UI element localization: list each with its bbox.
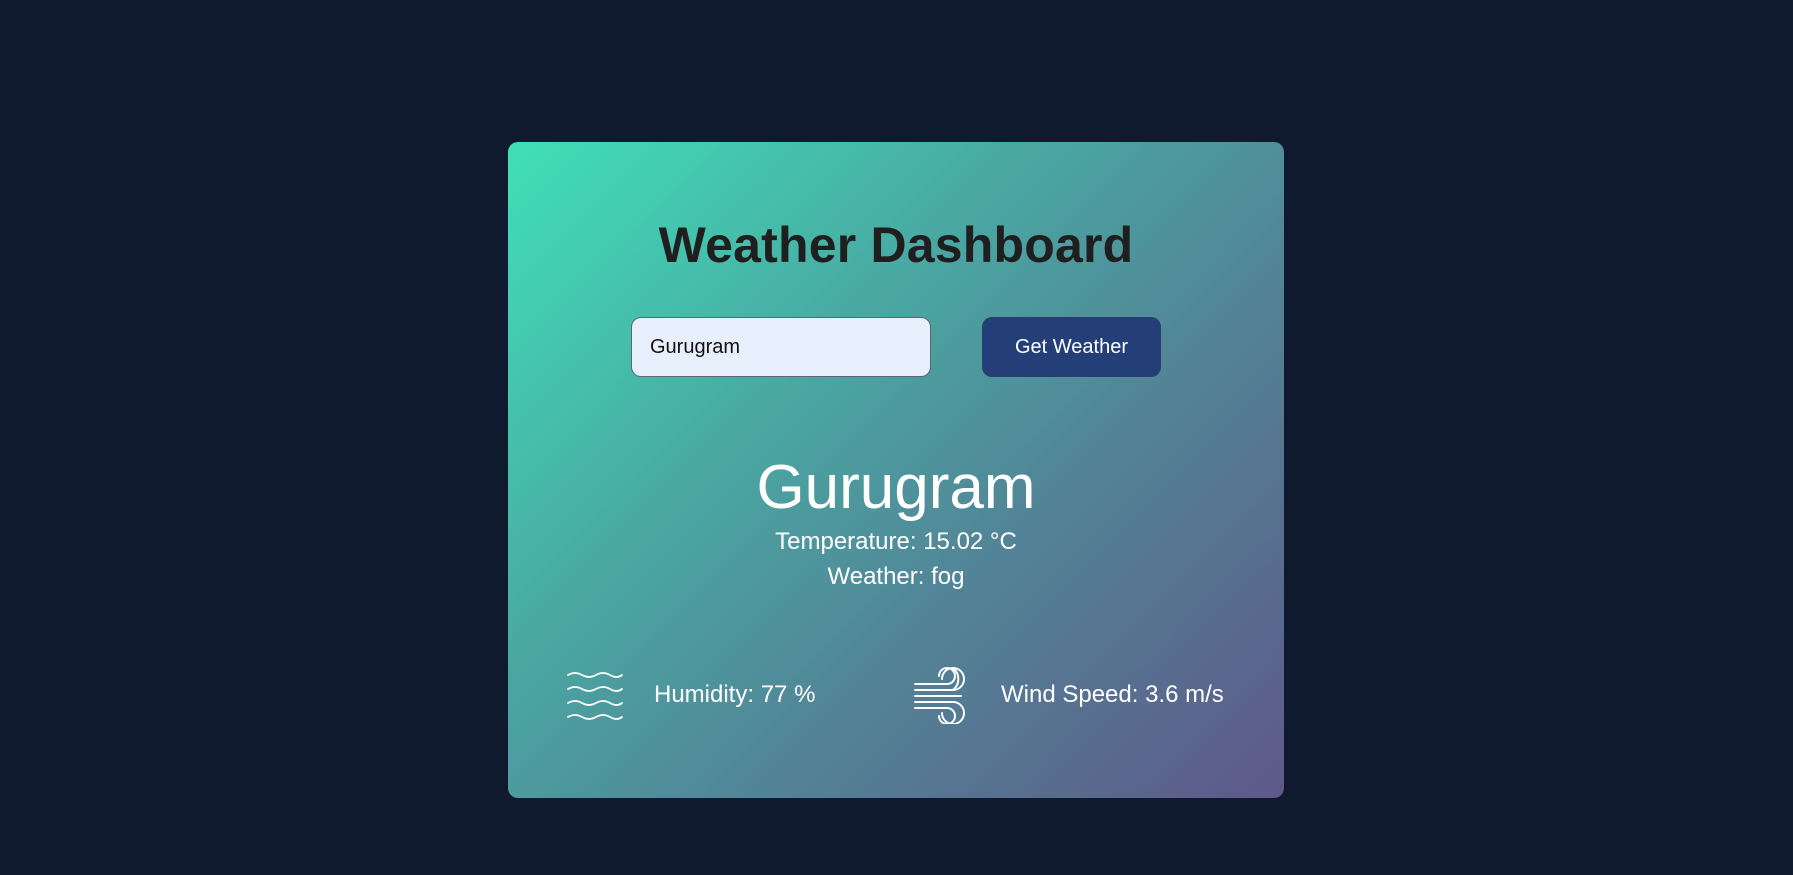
page-title: Weather Dashboard [658, 217, 1134, 273]
weather-card: Weather Dashboard Get Weather Gurugram T… [508, 142, 1284, 798]
condition-line: Weather: fog [508, 563, 1284, 591]
temperature-label: Temperature: [775, 528, 917, 555]
get-weather-button[interactable]: Get Weather [982, 317, 1161, 377]
humidity-label: Humidity: [654, 681, 755, 708]
wind-unit: m/s [1185, 681, 1224, 708]
wind-text: Wind Speed: 3.6 m/s [1001, 681, 1224, 709]
wind-detail: Wind Speed: 3.6 m/s [913, 665, 1224, 725]
temperature-value: 15.02 °C [923, 528, 1017, 555]
waves-icon [566, 669, 624, 721]
humidity-text: Humidity: 77% [654, 681, 815, 709]
humidity-detail: Humidity: 77% [566, 665, 815, 725]
wind-value: 3.6 [1145, 681, 1179, 708]
humidity-unit: % [794, 681, 816, 708]
humidity-value: 77 [760, 681, 788, 708]
city-name: Gurugram [756, 453, 1036, 522]
city-search-input[interactable] [631, 317, 931, 377]
wind-icon [913, 666, 971, 724]
wind-label: Wind Speed: [1001, 681, 1139, 708]
temperature-line: Temperature: 15.02 °C [508, 528, 1284, 556]
condition-label: Weather: [827, 563, 925, 590]
condition-value: fog [931, 563, 965, 590]
